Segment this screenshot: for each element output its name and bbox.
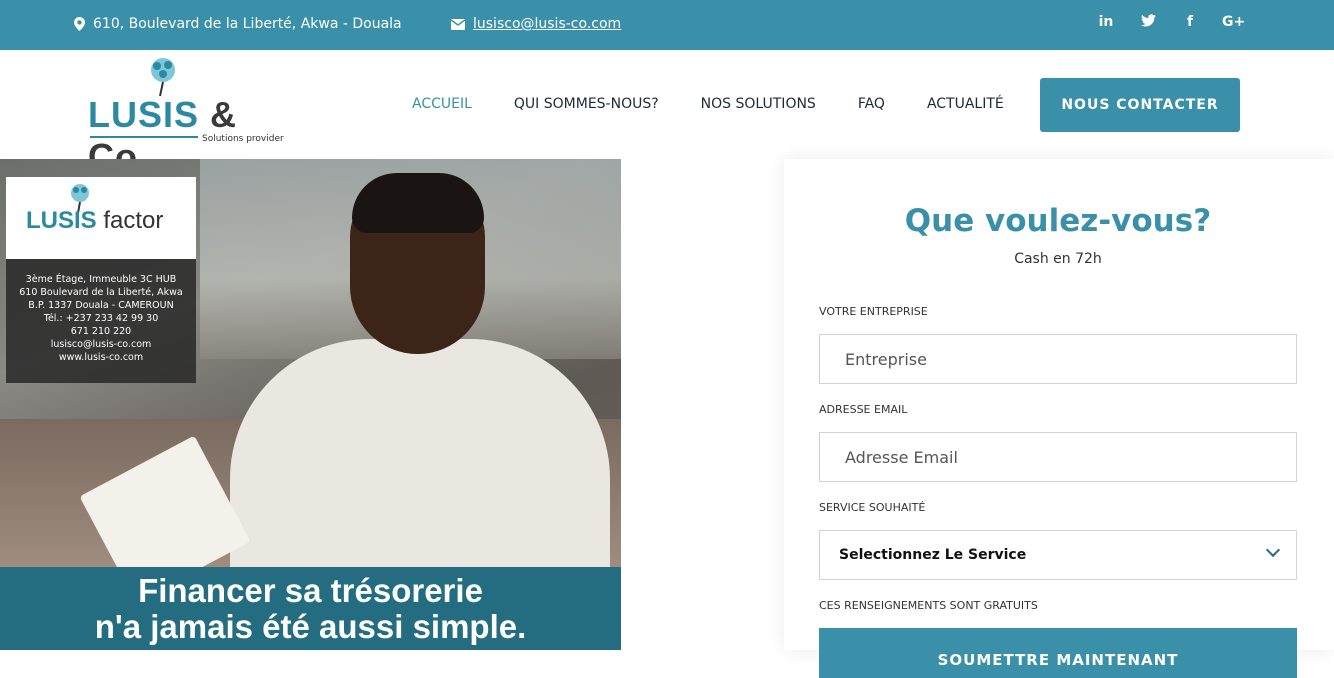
top-bar: 610, Boulevard de la Liberté, Akwa - Dou…: [0, 0, 1334, 50]
card-logo-area: LUSIS factor: [6, 177, 196, 259]
service-select-value: Selectionnez Le Service: [839, 547, 1027, 563]
envelope-icon: [451, 18, 465, 30]
card-line: 671 210 220: [70, 326, 132, 337]
site-logo[interactable]: LUSIS & Co Solutions provider: [88, 56, 298, 177]
facebook-icon[interactable]: f: [1180, 14, 1200, 31]
card-title: LUSIS factor: [26, 207, 164, 234]
card-line: 3ème Étage, Immeuble 3C HUB: [25, 274, 177, 285]
address-text: 610, Boulevard de la Liberté, Akwa - Dou…: [93, 16, 402, 32]
banner-line-2: n'a jamais été aussi simple.: [94, 608, 527, 645]
company-field[interactable]: [819, 334, 1297, 384]
nav-item-faq[interactable]: FAQ: [858, 96, 885, 112]
hero-banner: Financer sa trésorerie n'a jamais été au…: [0, 567, 621, 650]
card-line: lusisco@lusis-co.com: [50, 339, 152, 350]
nav-item-qui-sommes-nous[interactable]: QUI SOMMES-NOUS?: [514, 96, 659, 112]
banner-line-1: Financer sa trésorerie: [138, 572, 483, 609]
linkedin-icon[interactable]: in: [1096, 14, 1116, 31]
location-pin-icon: [74, 17, 85, 31]
logo-tagline: Solutions provider: [202, 134, 284, 144]
service-select[interactable]: Selectionnez Le Service: [819, 530, 1297, 580]
nav-item-actualite[interactable]: ACTUALITÉ: [927, 96, 1004, 112]
free-info-note: CES RENSEIGNEMENTS SONT GRATUITS: [819, 599, 1038, 612]
person-hair: [352, 173, 484, 233]
nav-item-accueil[interactable]: ACCUEIL: [412, 96, 472, 112]
site-header: LUSIS & Co Solutions provider ACCUEIL QU…: [0, 50, 1334, 177]
card-line: 610 Boulevard de la Liberté, Akwa: [19, 287, 183, 298]
form-subtitle: Cash en 72h: [1014, 251, 1102, 267]
card-contact-lines: 3ème Étage, Immeuble 3C HUB 610 Boulevar…: [6, 273, 196, 364]
email-link[interactable]: lusisco@lusis-co.com: [473, 16, 621, 32]
hero-image: LUSIS factor 3ème Étage, Immeuble 3C HUB…: [0, 159, 621, 650]
chevron-down-icon: [1265, 542, 1281, 558]
social-links: in f G+: [1096, 14, 1246, 31]
form-title: Que voulez-vous?: [904, 203, 1212, 239]
twitter-icon[interactable]: [1138, 14, 1158, 31]
service-label: SERVICE SOUHAITÉ: [819, 501, 926, 514]
card-line: B.P. 1337 Douala - CAMEROUN: [28, 300, 174, 311]
google-plus-icon[interactable]: G+: [1222, 14, 1245, 31]
card-line: www.lusis-co.com: [58, 352, 144, 363]
contact-button[interactable]: NOUS CONTACTER: [1040, 78, 1240, 132]
email-field[interactable]: [819, 432, 1297, 482]
logo-flower-icon: [151, 58, 175, 96]
quote-form: Que voulez-vous? Cash en 72h VOTRE ENTRE…: [784, 159, 1334, 678]
main-nav: ACCUEIL QUI SOMMES-NOUS? NOS SOLUTIONS F…: [412, 96, 1046, 112]
submit-button[interactable]: SOUMETTRE MAINTENANT: [819, 628, 1297, 678]
email-label: ADRESSE EMAIL: [819, 403, 908, 416]
card-line: Tél.: +237 233 42 99 30: [43, 313, 159, 324]
nav-item-nos-solutions[interactable]: NOS SOLUTIONS: [701, 96, 816, 112]
logo-underline: [90, 136, 198, 138]
company-label: VOTRE ENTREPRISE: [819, 305, 928, 318]
person-sweater: [230, 339, 610, 599]
lusis-factor-card: LUSIS factor 3ème Étage, Immeuble 3C HUB…: [6, 177, 196, 383]
address-item: 610, Boulevard de la Liberté, Akwa - Dou…: [74, 16, 402, 32]
email-item[interactable]: lusisco@lusis-co.com: [451, 16, 621, 32]
